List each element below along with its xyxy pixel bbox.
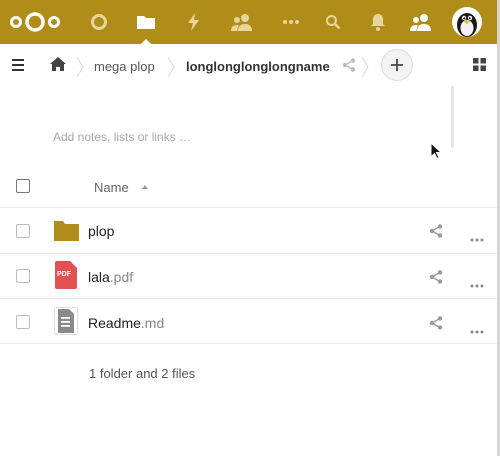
file-name[interactable]: Readme.md [88, 315, 164, 331]
add-new-button[interactable] [381, 49, 413, 81]
row-checkbox[interactable] [16, 269, 30, 283]
text-file-icon [54, 307, 78, 340]
search-icon[interactable] [315, 0, 351, 44]
avatar[interactable] [452, 7, 482, 37]
more-actions-icon[interactable] [470, 321, 484, 339]
notes-placeholder[interactable]: Add notes, lists or links … [53, 130, 191, 144]
file-row[interactable]: Readme.md [0, 299, 500, 344]
logo-icon[interactable] [5, 0, 65, 44]
share-icon[interactable] [429, 316, 443, 335]
file-summary: 1 folder and 2 files [89, 366, 196, 381]
file-row[interactable]: PDF lala.pdf [0, 254, 500, 299]
share-icon[interactable] [429, 224, 443, 243]
users-icon[interactable] [403, 0, 439, 44]
file-name[interactable]: lala.pdf [88, 269, 133, 285]
row-checkbox[interactable] [16, 315, 30, 329]
file-name[interactable]: plop [88, 223, 114, 239]
home-icon[interactable] [50, 57, 66, 76]
more-actions-icon[interactable] [470, 229, 484, 247]
breadcrumb-current[interactable]: longlonglonglongname [186, 59, 330, 74]
pdf-icon: PDF [55, 261, 77, 289]
more-apps-icon[interactable] [273, 0, 309, 44]
plus-icon [391, 59, 403, 71]
contacts-icon[interactable] [224, 0, 260, 44]
file-row[interactable]: plop [0, 208, 500, 253]
dashboard-icon[interactable] [81, 0, 117, 44]
files-icon[interactable] [128, 0, 164, 44]
row-checkbox[interactable] [16, 224, 30, 238]
breadcrumb-item[interactable]: mega plop [94, 59, 155, 74]
more-actions-icon[interactable] [470, 275, 484, 293]
mouse-cursor-icon [430, 141, 443, 165]
share-icon[interactable] [429, 270, 443, 289]
activity-icon[interactable] [176, 0, 212, 44]
select-all-checkbox[interactable] [16, 179, 30, 193]
breadcrumb-separator-icon [166, 56, 176, 83]
breadcrumb-separator-icon [75, 56, 85, 83]
share-folder-icon[interactable] [342, 58, 356, 77]
scrollbar[interactable] [451, 86, 454, 148]
sort-ascending-icon [142, 185, 148, 189]
active-app-indicator [141, 39, 151, 44]
hamburger-icon[interactable] [12, 58, 26, 71]
divider [0, 343, 500, 344]
name-column-header[interactable]: Name [94, 180, 129, 195]
folder-icon [54, 219, 79, 246]
pdf-badge: PDF [57, 271, 71, 278]
grid-view-icon[interactable] [473, 58, 486, 76]
top-header [0, 0, 500, 44]
notifications-icon[interactable] [360, 0, 396, 44]
breadcrumb-separator-icon [360, 56, 370, 83]
